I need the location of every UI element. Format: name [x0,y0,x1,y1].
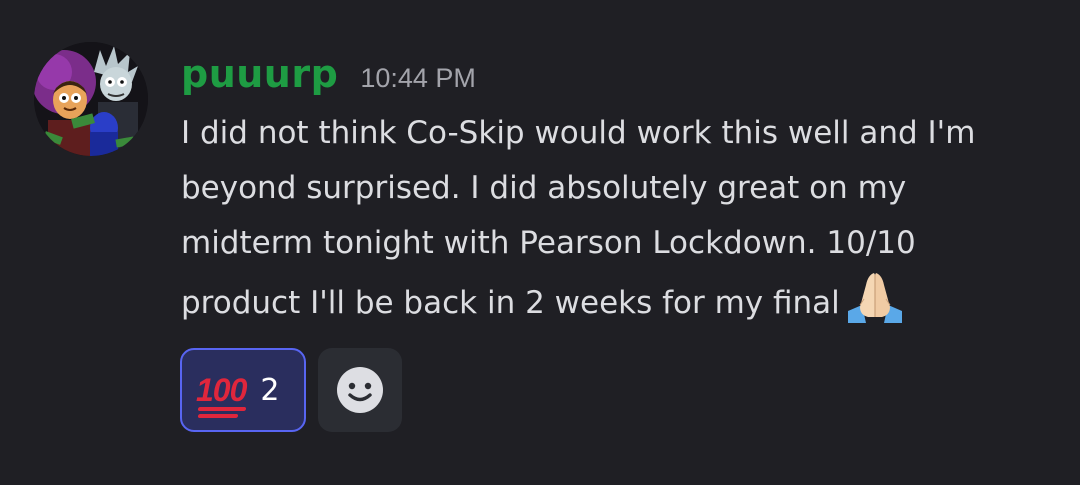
reaction-count: 2 [260,372,280,408]
message-header: puuurp 10:44 PM [181,52,476,102]
smiley-add-reaction-icon [337,367,383,413]
reaction-hundred-points[interactable]: 100 2 [180,348,306,432]
avatar-image [34,42,148,156]
hundred-points-glyph: 100 [196,372,247,408]
folded-hands-icon [846,271,904,341]
add-reaction-button[interactable] [318,348,402,432]
message-line: I did not think Co-Skip would work this … [181,115,976,151]
chat-message: puuurp 10:44 PM I did not think Co-Skip … [0,0,1080,485]
username[interactable]: puuurp [181,52,338,96]
reactions-bar: 100 2 [180,348,402,432]
message-line: midterm tonight with Pearson Lockdown. 1… [181,225,916,261]
hundred-points-icon: 100 [196,372,247,418]
timestamp[interactable]: 10:44 PM [360,63,476,94]
avatar[interactable] [34,42,148,156]
message-line: beyond surprised. I did absolutely great… [181,170,907,206]
message-line-last: product I'll be back in 2 weeks for my f… [181,271,1061,326]
message-line-text: product I'll be back in 2 weeks for my f… [181,285,840,321]
message-content: I did not think Co-Skip would work this … [181,106,1061,326]
